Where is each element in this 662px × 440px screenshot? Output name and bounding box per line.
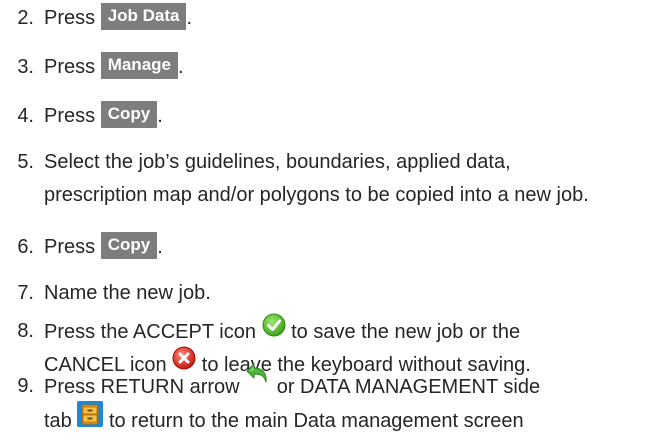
step-line-2: tab to return to the main Data managemen… <box>44 401 540 438</box>
step-suffix: . <box>186 7 193 29</box>
step-text-part: to save the new job or the <box>291 320 521 343</box>
step-prefix: Press <box>44 236 96 258</box>
step-text: Press RETURN arrow or DATA MANAGEMENT si… <box>44 363 541 438</box>
copy-button[interactable]: Copy <box>100 232 158 260</box>
step-suffix: . <box>177 56 184 78</box>
step-prefix: Press <box>44 56 96 78</box>
step-line-1: Press the ACCEPT icon to save the new jo… <box>44 313 531 348</box>
step-text: Press Job Data. <box>44 2 192 35</box>
job-data-button[interactable]: Job Data <box>100 3 187 31</box>
copy-button[interactable]: Copy <box>100 101 158 129</box>
step-suffix: . <box>157 236 163 258</box>
data-management-tab-icon[interactable] <box>77 401 104 438</box>
step-number: 3. <box>17 56 34 78</box>
step-number: 6. <box>17 236 34 258</box>
return-arrow-icon[interactable] <box>245 362 271 397</box>
step-number: 9. <box>17 375 34 397</box>
accept-checkmark-icon[interactable] <box>262 313 286 348</box>
step-prefix: Press <box>44 7 96 29</box>
step-text-part: to return to the main Data management sc… <box>108 409 524 432</box>
step-text: Select the job’s guidelines, boundaries,… <box>44 146 589 212</box>
instruction-document: 2. Press Job Data. 3. Press Manage. 4. P… <box>0 0 662 439</box>
step-line-2: prescription map and/or polygons to be c… <box>44 184 589 206</box>
step-line-1: Select the job’s guidelines, boundaries,… <box>44 151 511 173</box>
step-prefix: Press <box>44 105 96 127</box>
manage-button[interactable]: Manage <box>100 52 178 80</box>
step-text: Press Copy. <box>44 231 163 264</box>
step-text: Name the new job. <box>44 282 211 304</box>
step-text-part: Press RETURN arrow <box>44 375 240 398</box>
step-text-part: Press the ACCEPT icon <box>44 320 256 343</box>
step-text-part: or DATA MANAGEMENT side <box>276 375 541 398</box>
step-suffix: . <box>157 105 163 127</box>
step-number: 2. <box>17 7 34 29</box>
step-text: Press Copy. <box>44 100 163 133</box>
step-number: 5. <box>17 151 34 173</box>
step-number: 4. <box>17 105 34 127</box>
step-line-1: Press RETURN arrow or DATA MANAGEMENT si… <box>44 363 541 403</box>
step-number: 7. <box>17 282 34 304</box>
step-text-part: tab <box>44 409 72 432</box>
step-number: 8. <box>17 320 34 342</box>
step-text: Press Manage. <box>44 51 184 84</box>
